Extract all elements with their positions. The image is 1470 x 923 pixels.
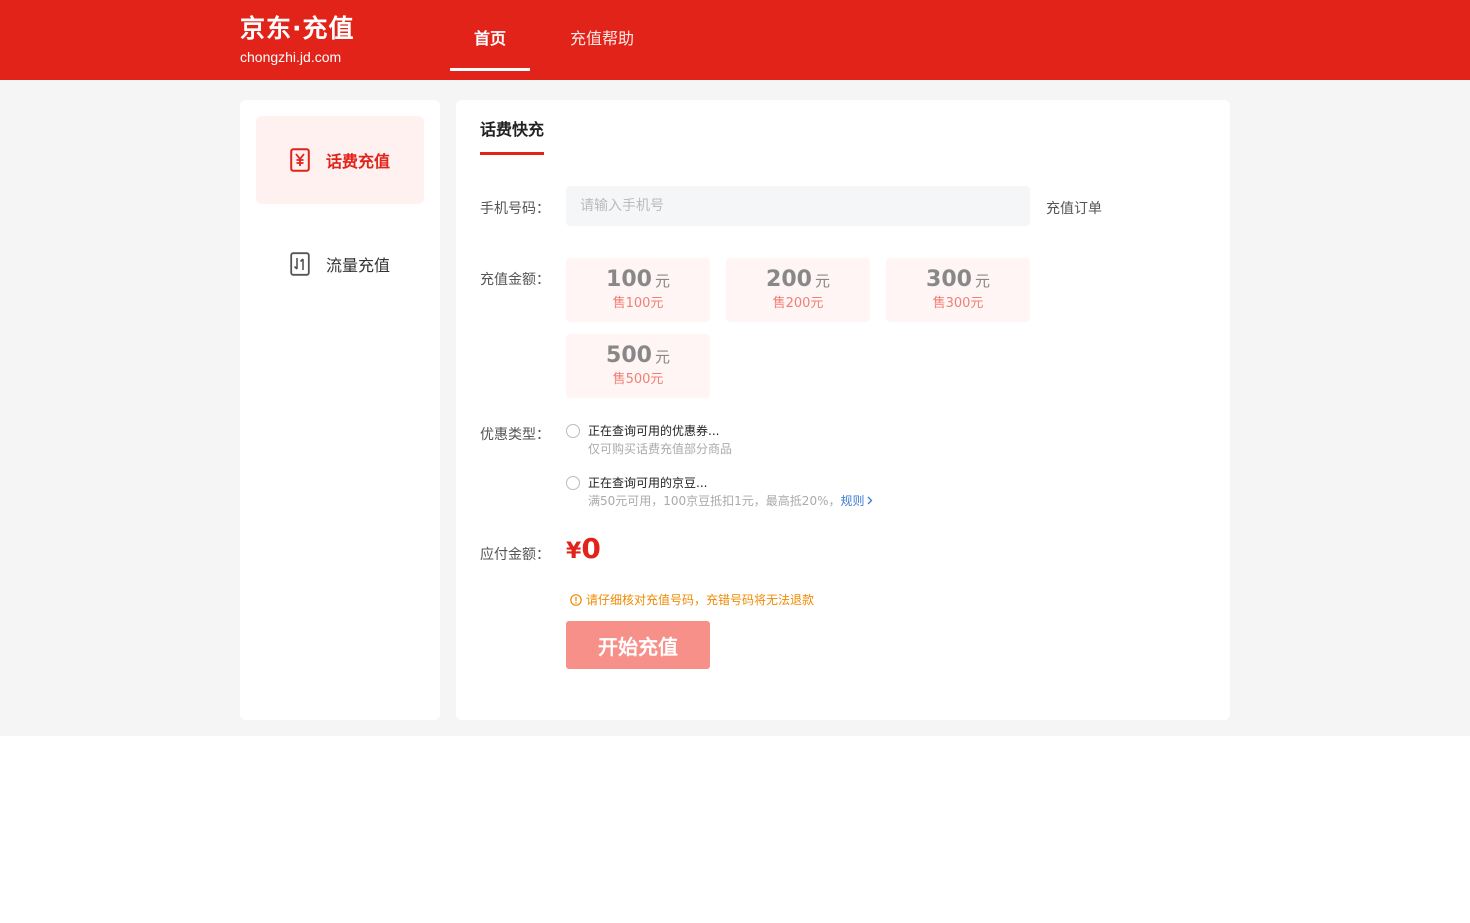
sidebar-item-phone-recharge[interactable]: 话费充值 xyxy=(256,116,424,204)
amount-value-wrap: 500 元 xyxy=(566,342,710,371)
amount-value: 300 xyxy=(926,267,972,292)
amount-option-200[interactable]: 200 元 售200元 xyxy=(726,258,870,322)
coupon-radio[interactable] xyxy=(566,424,580,438)
amount-option-100[interactable]: 100 元 售100元 xyxy=(566,258,710,322)
data-flow-icon xyxy=(290,252,310,276)
phone-label: 手机号码： xyxy=(480,201,550,217)
amount-value-wrap: 100 元 xyxy=(566,266,710,295)
sidebar-item-label: 话费充值 xyxy=(325,152,390,171)
rules-link[interactable]: 规则 xyxy=(840,494,872,508)
tab-quick-recharge[interactable]: 话费快充 xyxy=(480,118,545,155)
warning-text: 请仔细核对充值号码，充错号码将无法退款 xyxy=(586,593,815,607)
jd-beans-desc-text: 满50元可用，100京豆抵扣1元，最高抵20%， xyxy=(588,494,841,508)
refund-warning: 请仔细核对充值号码，充错号码将无法退款 xyxy=(570,592,814,608)
amount-value-wrap: 200 元 xyxy=(726,266,870,295)
payable-label: 应付金额： xyxy=(480,547,550,563)
jd-beans-desc: 满50元可用，100京豆抵扣1元，最高抵20%，规则 xyxy=(588,493,873,509)
top-header: 京东·充值 chongzhi.jd.com 首页 充值帮助 xyxy=(0,0,1470,80)
recharge-panel: 话费快充 手机号码： 充值订单 充值金额： 100元 售100元 200元 售2… xyxy=(456,100,1230,720)
amount-unit: 元 xyxy=(974,272,990,290)
recharge-orders-link[interactable]: 充值订单 xyxy=(1046,198,1102,218)
logo-domain: chongzhi.jd.com xyxy=(240,49,342,65)
payable-amount: ¥0 xyxy=(566,532,601,565)
phone-number-input[interactable] xyxy=(566,186,1030,226)
amount-sale-price: 售500元 xyxy=(612,372,664,387)
amount-unit: 元 xyxy=(654,348,670,366)
logo-title: 京东·充值 xyxy=(240,14,355,43)
coupon-desc: 仅可购买话费充值部分商品 xyxy=(588,442,733,456)
amount-value: 200 xyxy=(766,267,812,292)
amount-option-300[interactable]: 300 元 售300元 xyxy=(886,258,1030,322)
jd-beans-radio[interactable] xyxy=(566,476,580,490)
amount-value: 100 xyxy=(606,267,652,292)
jd-recharge-logo[interactable]: 京东·充值 chongzhi.jd.com xyxy=(240,12,355,66)
amount-option-500[interactable]: 500 元 售500元 xyxy=(566,334,710,398)
nav-home[interactable]: 首页 xyxy=(450,0,530,71)
sidebar: 话费充值 流量充值 xyxy=(240,100,440,720)
amount-sale-price: 售200元 xyxy=(772,296,824,311)
amount-unit: 元 xyxy=(654,272,670,290)
amount-value: 500 xyxy=(606,343,652,368)
rules-link-label: 规则 xyxy=(840,494,865,508)
payable-value: 0 xyxy=(581,532,601,565)
nav-recharge-help[interactable]: 充值帮助 xyxy=(562,0,642,68)
jd-beans-status: 正在查询可用的京豆... xyxy=(588,476,708,490)
amount-label: 充值金额： xyxy=(480,272,550,288)
yen-card-icon xyxy=(290,148,310,172)
sidebar-item-label: 流量充值 xyxy=(325,256,390,275)
amount-unit: 元 xyxy=(814,272,830,290)
currency-symbol: ¥ xyxy=(566,539,582,564)
amount-sale-price: 售100元 xyxy=(612,296,664,311)
chevron-right-icon xyxy=(867,496,872,505)
coupon-status: 正在查询可用的优惠券... xyxy=(588,424,720,438)
amount-value-wrap: 300 元 xyxy=(886,266,1030,295)
amount-sale-price: 售300元 xyxy=(932,296,984,311)
start-recharge-button[interactable]: 开始充值 xyxy=(566,621,710,669)
discount-label: 优惠类型： xyxy=(480,427,550,443)
warning-icon xyxy=(570,594,582,606)
sidebar-item-data-recharge[interactable]: 流量充值 xyxy=(256,220,424,308)
